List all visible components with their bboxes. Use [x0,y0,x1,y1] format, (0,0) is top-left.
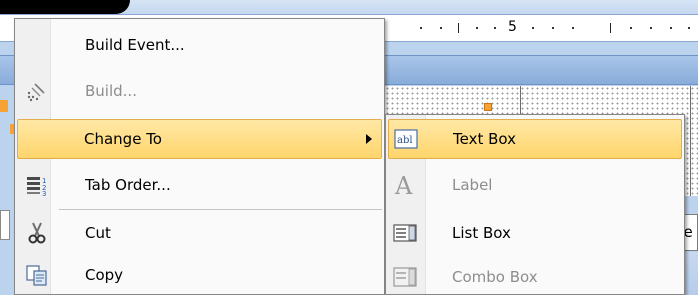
selection-handle[interactable] [484,103,492,111]
menu-item-change-to[interactable]: Change To [17,119,382,159]
submenu-item-label: List Box [452,224,511,242]
submenu-item-label: Label [452,176,493,194]
tab-order-icon: 1 2 3 [25,173,49,197]
menu-separator [59,209,382,210]
submenu-item-combo-box[interactable]: Combo Box [388,257,682,295]
submenu-item-list-box[interactable]: List Box [388,213,682,253]
menu-item-label: Cut [85,224,111,242]
ruler-tick [572,27,574,29]
selection-handle[interactable] [0,100,8,112]
submenu-item-label: Combo Box [452,268,538,286]
scissors-icon [25,221,49,245]
ruler-tick [476,27,478,29]
svg-text:A: A [394,172,413,198]
menu-item-tab-order[interactable]: 1 2 3 Tab Order... [17,165,382,205]
menu-item-label: Change To [84,130,162,148]
ruler-number: 5 [508,19,517,35]
submenu-item-label: Text Box [453,130,516,148]
change-to-submenu: abl Text Box A Label List Box Combo Box [385,114,685,295]
menu-item-label: Copy [85,266,124,284]
combo-box-icon [393,265,417,289]
svg-text:3: 3 [42,190,46,197]
menu-item-copy[interactable]: Copy [17,255,382,295]
menu-item-label: Build... [85,82,137,100]
form-control-edge[interactable] [0,210,10,240]
context-menu: Build Event... Build... Change To 1 2 3 … [14,18,385,295]
submenu-item-label-control[interactable]: A Label [388,165,682,205]
grid-line [690,86,691,196]
submenu-arrow-icon [366,134,372,144]
label-icon: A [393,172,417,198]
ruler-tick [688,27,690,29]
ruler-tick [650,27,652,29]
menu-item-label: Tab Order... [85,176,171,194]
window-corner [0,0,130,14]
menu-item-build[interactable]: Build... [17,71,382,111]
text-box-icon: abl [394,127,418,151]
menu-item-cut[interactable]: Cut [17,213,382,253]
ruler-tick [552,27,554,29]
copy-icon [25,263,49,287]
menu-item-build-event[interactable]: Build Event... [17,25,382,65]
ruler-tick-major [458,23,459,33]
list-box-icon [393,221,417,245]
ruler-tick [494,27,496,29]
ruler-tick [532,27,534,29]
ruler-tick-major [610,23,611,33]
ruler-tick [440,27,442,29]
ruler-tick [420,27,422,29]
wand-icon [25,79,49,103]
menu-item-label: Build Event... [85,36,185,54]
submenu-item-text-box[interactable]: abl Text Box [388,119,682,159]
ruler-tick [670,27,672,29]
svg-text:abl: abl [397,135,413,146]
ruler-tick [630,27,632,29]
